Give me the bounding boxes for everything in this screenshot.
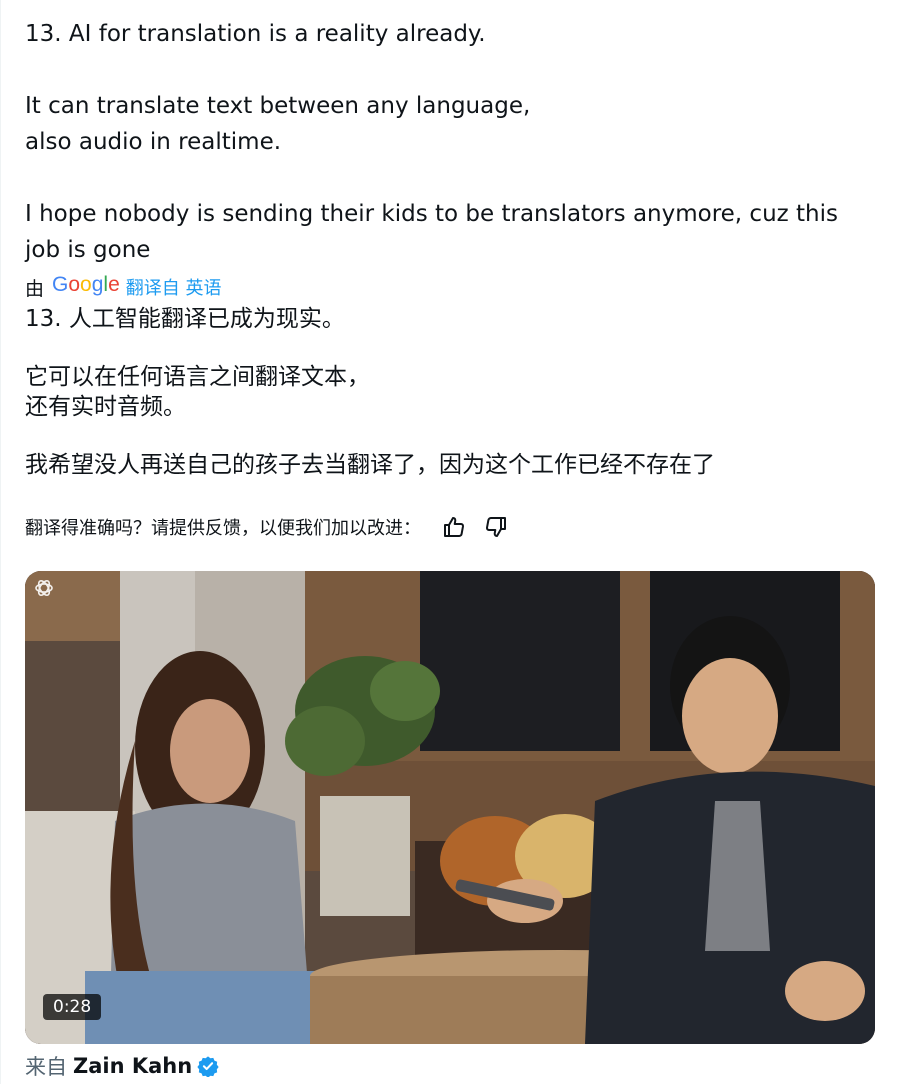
original-text: 13. AI for translation is a reality alre… xyxy=(25,16,875,268)
video-duration: 0:28 xyxy=(43,994,102,1020)
google-logo: Google xyxy=(52,273,120,296)
openai-logo-icon xyxy=(33,577,55,599)
translation-feedback: 翻译得准确吗？请提供反馈，以便我们加以改进： xyxy=(25,512,875,542)
video-source: 来自 Zain Kahn xyxy=(25,1051,219,1081)
translated-paragraph-2: 它可以在任何语言之间翻译文本， 还有实时音频。 xyxy=(25,364,370,420)
left-border xyxy=(0,0,1,1084)
source-author-link[interactable]: Zain Kahn xyxy=(73,1054,192,1078)
tweet: 13. AI for translation is a reality alre… xyxy=(25,16,875,1079)
video-thumbnail xyxy=(25,571,875,1044)
translated-by-line: 由 Google 翻译自 英语 xyxy=(25,272,875,302)
translated-text: 13. 人工智能翻译已成为现实。 它可以在任何语言之间翻译文本， 还有实时音频。… xyxy=(25,304,875,480)
video-player[interactable]: 0:28 xyxy=(25,571,875,1044)
original-paragraph-1: 13. AI for translation is a reality alre… xyxy=(25,21,486,47)
original-paragraph-2: It can translate text between any langua… xyxy=(25,93,531,155)
feedback-question: 翻译得准确吗？请提供反馈，以便我们加以改进： xyxy=(25,518,421,539)
translated-from-link[interactable]: 翻译自 英语 xyxy=(126,274,222,300)
thumbs-down-icon[interactable] xyxy=(481,512,511,542)
translated-paragraph-1: 13. 人工智能翻译已成为现实。 xyxy=(25,306,345,332)
verified-badge-icon xyxy=(197,1056,219,1077)
translated-paragraph-3: 我希望没人再送自己的孩子去当翻译了，因为这个工作已经不存在了 xyxy=(25,452,715,478)
original-paragraph-3: I hope nobody is sending their kids to b… xyxy=(25,201,838,263)
thumbs-up-icon[interactable] xyxy=(439,512,469,542)
source-prefix: 来自 xyxy=(25,1055,67,1079)
translated-by-prefix: 由 xyxy=(25,277,45,300)
